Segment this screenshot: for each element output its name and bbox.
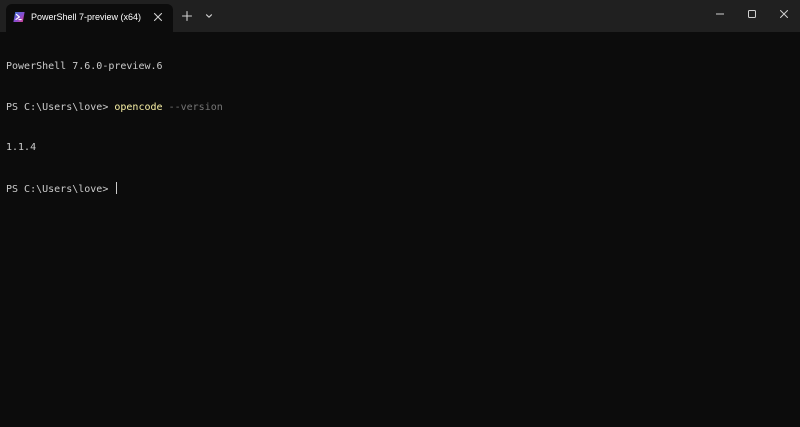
chevron-down-icon[interactable]	[203, 10, 215, 22]
command-parameter: --version	[162, 101, 223, 113]
command-name: opencode	[114, 101, 163, 113]
text-cursor	[116, 181, 118, 194]
banner-line: PowerShell 7.6.0-preview.6	[6, 61, 163, 72]
prompt: PS C:\Users\love>	[6, 101, 115, 113]
title-bar: PowerShell 7-preview (x64)	[0, 0, 800, 32]
minimize-icon[interactable]	[712, 6, 728, 22]
close-icon[interactable]	[776, 6, 792, 22]
maximize-icon[interactable]	[744, 6, 760, 22]
output-line: 1.1.4	[6, 142, 37, 153]
powershell-icon	[13, 12, 25, 22]
command-line: PS C:\Users\love> opencode --version	[6, 101, 800, 115]
terminal-window: PowerShell 7-preview (x64) PowerShell 7.…	[0, 0, 800, 427]
terminal-output[interactable]: PowerShell 7.6.0-preview.6 PS C:\Users\l…	[6, 33, 800, 427]
tab-powershell[interactable]: PowerShell 7-preview (x64)	[6, 4, 173, 32]
current-prompt-line[interactable]: PS C:\Users\love>	[6, 181, 800, 196]
plus-icon[interactable]	[180, 9, 194, 23]
tab-close-icon[interactable]	[151, 10, 165, 24]
prompt: PS C:\Users\love>	[6, 183, 115, 195]
tab-title: PowerShell 7-preview (x64)	[31, 12, 142, 22]
